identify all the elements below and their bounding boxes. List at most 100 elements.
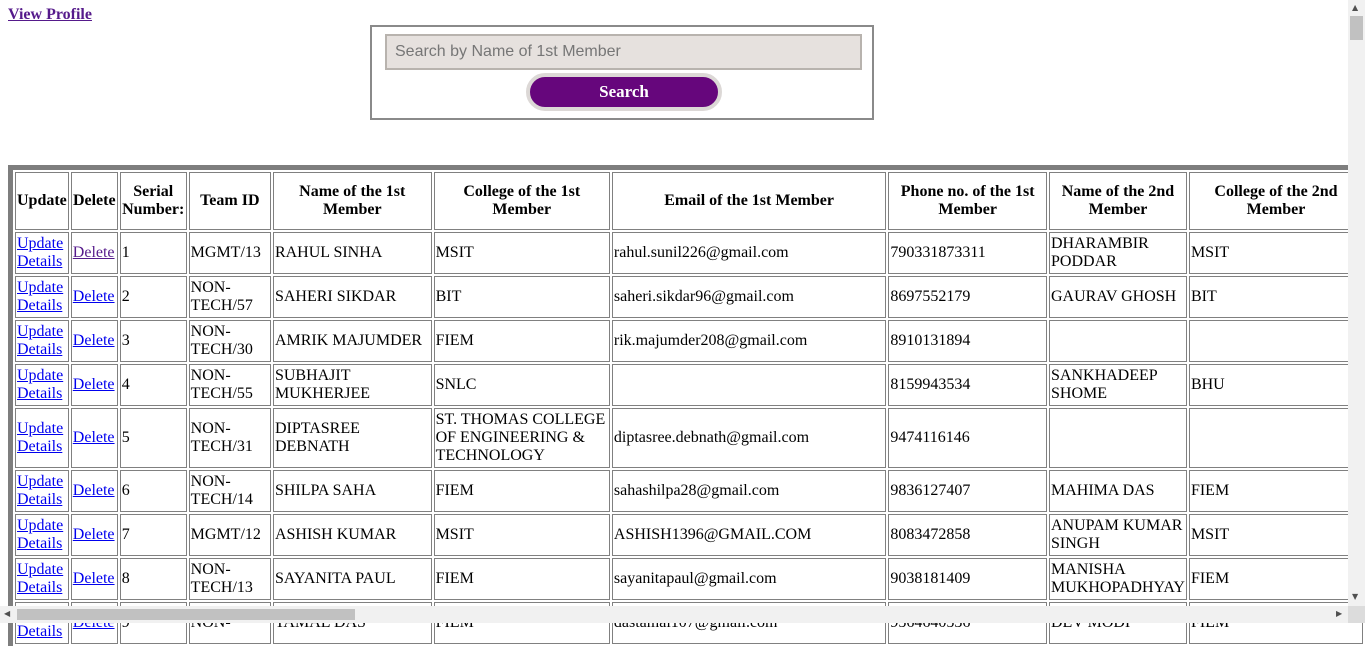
college2-cell: MSIT [1188, 514, 1363, 556]
team-id-cell: NON-TECH/13 [188, 558, 271, 600]
delete-link[interactable]: Delete [73, 526, 115, 543]
serial-cell: 2 [119, 276, 187, 318]
col-header-name1: Name of the 1st Member [272, 172, 432, 230]
name1-cell: ASHISH KUMAR [272, 514, 432, 556]
col-header-delete: Delete [70, 172, 118, 230]
update-details-link[interactable]: Update Details [17, 561, 63, 596]
col-header-phone1: Phone no. of the 1st Member [888, 172, 1047, 230]
phone1-cell: 9836127407 [888, 470, 1047, 512]
team-id-cell: NON-TECH/30 [188, 320, 271, 362]
phone1-cell: 8159943534 [888, 364, 1047, 406]
delete-link[interactable]: Delete [73, 482, 115, 499]
search-input[interactable] [385, 34, 862, 70]
delete-cell: Delete [70, 232, 118, 274]
table-header-row: Update Delete Serial Number: Team ID Nam… [15, 172, 1363, 230]
horizontal-scroll-thumb[interactable] [17, 609, 355, 620]
email1-cell: diptasree.debnath@gmail.com [611, 408, 887, 468]
college2-cell [1188, 408, 1363, 468]
scroll-right-icon[interactable]: ▶ [1336, 609, 1342, 619]
name1-cell: SAYANITA PAUL [272, 558, 432, 600]
update-cell: Update Details [15, 320, 69, 362]
update-details-link[interactable]: Update Details [17, 235, 63, 270]
email1-cell: rik.majumder208@gmail.com [611, 320, 887, 362]
email1-cell: rahul.sunil226@gmail.com [611, 232, 887, 274]
team-id-cell: NON-TECH/55 [188, 364, 271, 406]
table-row: Update Details Delete 2 NON-TECH/57 SAHE… [15, 276, 1363, 318]
name2-cell: MANISHA MUKHOPADHYAY [1049, 558, 1187, 600]
update-cell: Update Details [15, 364, 69, 406]
table-row: Update Details Delete 8 NON-TECH/13 SAYA… [15, 558, 1363, 600]
email1-cell: sahashilpa28@gmail.com [611, 470, 887, 512]
update-cell: Update Details [15, 470, 69, 512]
delete-link[interactable]: Delete [73, 570, 115, 587]
col-header-update: Update [15, 172, 69, 230]
delete-cell: Delete [70, 320, 118, 362]
update-details-link[interactable]: Update Details [17, 323, 63, 358]
delete-cell: Delete [70, 276, 118, 318]
col-header-email1: Email of the 1st Member [611, 172, 887, 230]
phone1-cell: 9474116146 [888, 408, 1047, 468]
name1-cell: AMRIK MAJUMDER [272, 320, 432, 362]
name1-cell: SHILPA SAHA [272, 470, 432, 512]
name1-cell: DIPTASREE DEBNATH [272, 408, 432, 468]
search-panel: Search [370, 25, 874, 120]
serial-cell: 3 [119, 320, 187, 362]
table-row: Update Details Delete 1 MGMT/13 RAHUL SI… [15, 232, 1363, 274]
update-details-link[interactable]: Update Details [17, 420, 63, 455]
delete-cell: Delete [70, 364, 118, 406]
college2-cell: BIT [1188, 276, 1363, 318]
update-details-link[interactable]: Update Details [17, 517, 63, 552]
update-cell: Update Details [15, 232, 69, 274]
col-header-serial: Serial Number: [119, 172, 187, 230]
delete-link[interactable]: Delete [73, 376, 115, 393]
email1-cell: saheri.sikdar96@gmail.com [611, 276, 887, 318]
scroll-down-icon[interactable]: ▼ [1352, 592, 1358, 602]
serial-cell: 7 [119, 514, 187, 556]
delete-link[interactable]: Delete [73, 332, 115, 349]
serial-cell: 4 [119, 364, 187, 406]
name1-cell: SUBHAJIT MUKHERJEE [272, 364, 432, 406]
delete-link[interactable]: Delete [73, 244, 115, 261]
update-details-link[interactable]: Update Details [17, 279, 63, 314]
team-id-cell: MGMT/13 [188, 232, 271, 274]
team-id-cell: NON-TECH/31 [188, 408, 271, 468]
delete-cell: Delete [70, 408, 118, 468]
name2-cell: DHARAMBIR PODDAR [1049, 232, 1187, 274]
col-header-college2: College of the 2nd Member [1188, 172, 1363, 230]
update-details-link[interactable]: Update Details [17, 473, 63, 508]
update-details-link[interactable]: Update Details [17, 367, 63, 402]
email1-cell: sayanitapaul@gmail.com [611, 558, 887, 600]
name2-cell: ANUPAM KUMAR SINGH [1049, 514, 1187, 556]
view-profile-link[interactable]: View Profile [8, 6, 92, 24]
serial-cell: 1 [119, 232, 187, 274]
scroll-left-icon[interactable]: ◀ [4, 609, 10, 619]
table-row: Update Details Delete 5 NON-TECH/31 DIPT… [15, 408, 1363, 468]
scrollbar-corner [1348, 606, 1365, 623]
team-id-cell: NON-TECH/14 [188, 470, 271, 512]
delete-link[interactable]: Delete [73, 288, 115, 305]
search-button[interactable]: Search [526, 73, 722, 111]
serial-cell: 8 [119, 558, 187, 600]
phone1-cell: 9038181409 [888, 558, 1047, 600]
phone1-cell: 8697552179 [888, 276, 1047, 318]
college1-cell: FIEM [433, 320, 610, 362]
college2-cell: BHU [1188, 364, 1363, 406]
delete-link[interactable]: Delete [73, 429, 115, 446]
horizontal-scrollbar[interactable]: ◀ ▶ [0, 606, 1348, 623]
scroll-up-icon[interactable]: ▲ [1352, 3, 1358, 13]
phone1-cell: 8910131894 [888, 320, 1047, 362]
delete-cell: Delete [70, 514, 118, 556]
phone1-cell: 790331873311 [888, 232, 1047, 274]
name1-cell: SAHERI SIKDAR [272, 276, 432, 318]
name2-cell [1049, 320, 1187, 362]
table-row: Update Details Delete 6 NON-TECH/14 SHIL… [15, 470, 1363, 512]
email1-cell: ASHISH1396@GMAIL.COM [611, 514, 887, 556]
college1-cell: BIT [433, 276, 610, 318]
vertical-scrollbar[interactable]: ▲ ▼ [1348, 0, 1365, 606]
table-row: Update Details Delete 3 NON-TECH/30 AMRI… [15, 320, 1363, 362]
update-cell: Update Details [15, 558, 69, 600]
vertical-scroll-thumb[interactable] [1350, 16, 1363, 40]
email1-cell [611, 364, 887, 406]
college2-cell: FIEM [1188, 470, 1363, 512]
table-row: Update Details Delete 4 NON-TECH/55 SUBH… [15, 364, 1363, 406]
